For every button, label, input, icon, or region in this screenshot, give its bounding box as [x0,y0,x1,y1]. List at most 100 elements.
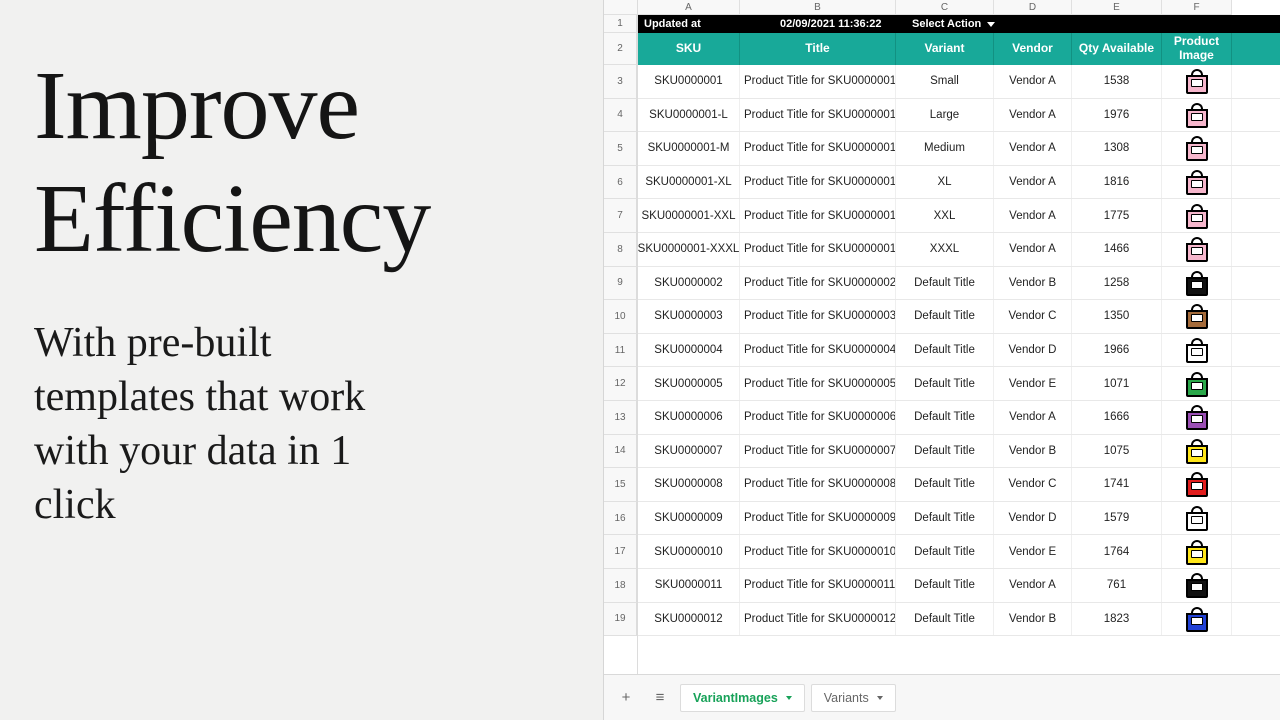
table-row[interactable]: SKU0000004Product Title for SKU0000004De… [638,334,1280,368]
table-row[interactable]: SKU0000002Product Title for SKU0000002De… [638,267,1280,301]
cell-image[interactable] [1162,132,1232,165]
header-sku[interactable]: SKU [638,33,740,65]
row-number[interactable]: 10 [604,300,637,334]
cell-vendor[interactable]: Vendor B [994,603,1072,636]
cell-variant[interactable]: Small [896,65,994,98]
cell-title[interactable]: Product Title for SKU0000008 [740,468,896,501]
cell-title[interactable]: Product Title for SKU0000001 [740,166,896,199]
cell-variant[interactable]: Default Title [896,502,994,535]
select-action-dropdown[interactable]: Select Action [912,18,995,30]
row-number[interactable]: 2 [604,33,637,65]
cell-image[interactable] [1162,300,1232,333]
cell-image[interactable] [1162,267,1232,300]
cell-sku[interactable]: SKU0000006 [638,401,740,434]
cell-image[interactable] [1162,435,1232,468]
header-vendor[interactable]: Vendor [994,33,1072,65]
cell-qty[interactable]: 1966 [1072,334,1162,367]
cell-sku[interactable]: SKU0000001-M [638,132,740,165]
cell-sku[interactable]: SKU0000007 [638,435,740,468]
cell-variant[interactable]: Default Title [896,435,994,468]
all-sheets-button[interactable]: ≡ [646,684,674,712]
cell-vendor[interactable]: Vendor A [994,569,1072,602]
cell-variant[interactable]: Large [896,99,994,132]
table-row[interactable]: SKU0000010Product Title for SKU0000010De… [638,535,1280,569]
cell-title[interactable]: Product Title for SKU0000001 [740,199,896,232]
cell-title[interactable]: Product Title for SKU0000001 [740,65,896,98]
cell-image[interactable] [1162,166,1232,199]
cell-vendor[interactable]: Vendor B [994,267,1072,300]
table-row[interactable]: SKU0000007Product Title for SKU0000007De… [638,435,1280,469]
cell-title[interactable]: Product Title for SKU0000004 [740,334,896,367]
cell-qty[interactable]: 1775 [1072,199,1162,232]
row-number[interactable]: 17 [604,535,637,569]
cell-qty[interactable]: 761 [1072,569,1162,602]
column-header-B[interactable]: B [740,0,896,15]
cell-qty[interactable]: 1075 [1072,435,1162,468]
cell-qty[interactable]: 1976 [1072,99,1162,132]
cell-qty[interactable]: 1741 [1072,468,1162,501]
cell-title[interactable]: Product Title for SKU0000005 [740,367,896,400]
cell-qty[interactable]: 1538 [1072,65,1162,98]
table-row[interactable]: SKU0000012Product Title for SKU0000012De… [638,603,1280,637]
cell-image[interactable] [1162,468,1232,501]
cell-qty[interactable]: 1466 [1072,233,1162,266]
cell-variant[interactable]: Default Title [896,401,994,434]
cell-qty[interactable]: 1823 [1072,603,1162,636]
cell-image[interactable] [1162,603,1232,636]
cell-variant[interactable]: Default Title [896,569,994,602]
column-header-A[interactable]: A [638,0,740,15]
cell-sku[interactable]: SKU0000004 [638,334,740,367]
cell-sku[interactable]: SKU0000009 [638,502,740,535]
column-header-F[interactable]: F [1162,0,1232,15]
cell-title[interactable]: Product Title for SKU0000009 [740,502,896,535]
row-number[interactable]: 5 [604,132,637,166]
cell-image[interactable] [1162,569,1232,602]
header-title[interactable]: Title [740,33,896,65]
cell-vendor[interactable]: Vendor A [994,233,1072,266]
cell-title[interactable]: Product Title for SKU0000002 [740,267,896,300]
sheet-corner[interactable] [604,0,638,15]
table-row[interactable]: SKU0000001-MProduct Title for SKU0000001… [638,132,1280,166]
row-number[interactable]: 11 [604,334,637,368]
cell-sku[interactable]: SKU0000003 [638,300,740,333]
cell-variant[interactable]: Default Title [896,468,994,501]
cell-variant[interactable]: Default Title [896,367,994,400]
header-qty[interactable]: Qty Available [1072,33,1162,65]
cell-image[interactable] [1162,65,1232,98]
cell-sku[interactable]: SKU0000010 [638,535,740,568]
cell-sku[interactable]: SKU0000001-XL [638,166,740,199]
cell-vendor[interactable]: Vendor C [994,468,1072,501]
header-variant[interactable]: Variant [896,33,994,65]
cell-title[interactable]: Product Title for SKU0000001 [740,99,896,132]
cell-vendor[interactable]: Vendor A [994,199,1072,232]
cell-qty[interactable]: 1579 [1072,502,1162,535]
cell-title[interactable]: Product Title for SKU0000007 [740,435,896,468]
cell-sku[interactable]: SKU0000005 [638,367,740,400]
row-number[interactable]: 6 [604,166,637,200]
cell-sku[interactable]: SKU0000011 [638,569,740,602]
cell-image[interactable] [1162,334,1232,367]
tab-variants[interactable]: Variants [811,684,896,712]
cell-sku[interactable]: SKU0000012 [638,603,740,636]
cell-sku[interactable]: SKU0000001-L [638,99,740,132]
cell-qty[interactable]: 1816 [1072,166,1162,199]
cell-sku[interactable]: SKU0000001-XXXL [638,233,740,266]
cell-vendor[interactable]: Vendor D [994,334,1072,367]
row-number[interactable]: 9 [604,267,637,301]
cell-variant[interactable]: Default Title [896,603,994,636]
cell-image[interactable] [1162,535,1232,568]
table-row[interactable]: SKU0000001-XLProduct Title for SKU000000… [638,166,1280,200]
table-row[interactable]: SKU0000006Product Title for SKU0000006De… [638,401,1280,435]
cell-variant[interactable]: XXL [896,199,994,232]
cell-sku[interactable]: SKU0000002 [638,267,740,300]
cell-sku[interactable]: SKU0000008 [638,468,740,501]
table-row[interactable]: SKU0000001-XXXLProduct Title for SKU0000… [638,233,1280,267]
row-number[interactable]: 18 [604,569,637,603]
tab-variant-images[interactable]: VariantImages [680,684,805,712]
header-image[interactable]: Product Image [1162,33,1232,65]
row-number[interactable]: 14 [604,435,637,469]
row-number[interactable]: 12 [604,367,637,401]
cell-vendor[interactable]: Vendor D [994,502,1072,535]
table-row[interactable]: SKU0000001-XXLProduct Title for SKU00000… [638,199,1280,233]
cell-title[interactable]: Product Title for SKU0000012 [740,603,896,636]
